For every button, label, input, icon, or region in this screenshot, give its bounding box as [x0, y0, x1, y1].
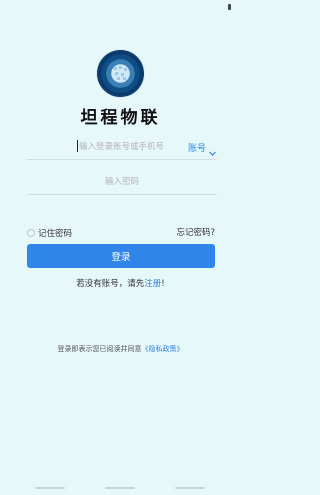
app-title: 坦程物联	[80, 108, 161, 128]
password-input[interactable]	[27, 169, 217, 195]
login-button[interactable]: 登录	[27, 244, 215, 268]
account-type-dropdown[interactable]: 账号	[187, 140, 217, 156]
privacy-agreement: 登录即表示您已阅读并同意《隐私政策》	[0, 344, 241, 354]
status-icon	[228, 4, 231, 10]
checkbox-icon[interactable]	[27, 229, 35, 237]
register-link[interactable]: 注册	[144, 279, 161, 289]
account-field-row: 账号	[27, 134, 217, 160]
nav-home-indicator[interactable]	[105, 487, 135, 489]
navigation-bar	[0, 481, 241, 495]
password-field-row	[27, 169, 217, 195]
agreement-prefix: 登录即表示您已阅读并同意	[57, 345, 142, 353]
nav-recent-indicator[interactable]	[175, 487, 205, 489]
remember-password-label: 记住密码	[38, 229, 73, 239]
register-suffix: !	[161, 279, 165, 289]
status-bar	[0, 0, 241, 14]
account-input[interactable]	[79, 134, 184, 160]
app-logo-icon	[97, 50, 144, 97]
chevron-down-icon	[208, 143, 217, 156]
privacy-policy-link[interactable]: 《隐私政策》	[142, 345, 184, 353]
nav-back-indicator[interactable]	[35, 487, 65, 489]
register-prefix: 若没有账号，请先	[76, 279, 145, 289]
register-prompt: 若没有账号，请先注册!	[0, 277, 241, 289]
text-cursor	[77, 140, 78, 152]
login-screen: 坦程物联 账号 记住密码 忘记密码? 登录 若没有账号，请先注册! 登录即表示您…	[0, 0, 241, 495]
forgot-password-link[interactable]: 忘记密码?	[176, 226, 215, 240]
remember-password-toggle[interactable]: 记住密码	[27, 226, 72, 240]
account-type-label: 账号	[187, 143, 206, 154]
